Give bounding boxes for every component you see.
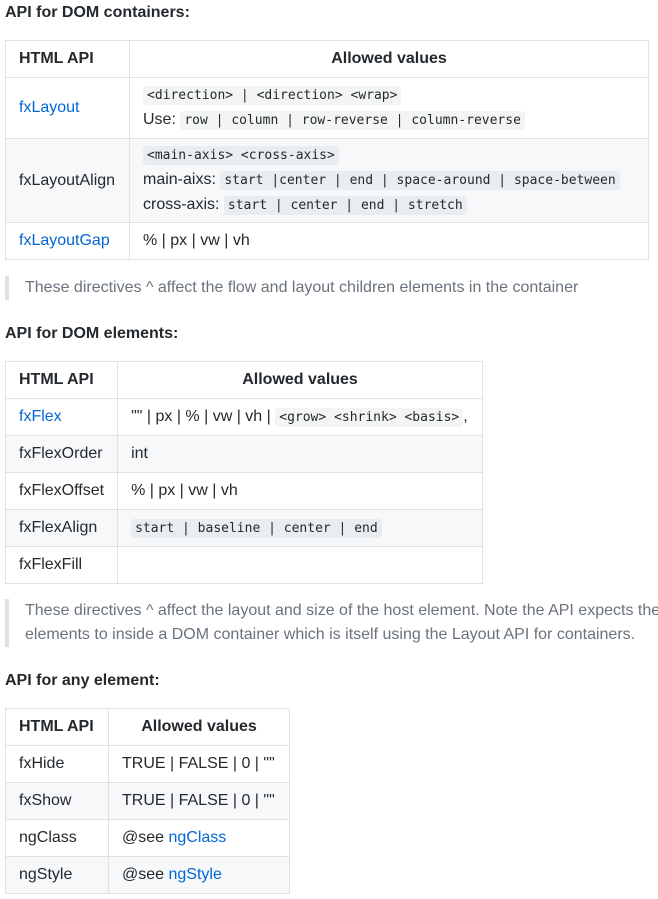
- code-snippet: <grow> <shrink> <basis>: [275, 407, 464, 427]
- table-row: fxLayout <direction> | <direction> <wrap…: [5, 77, 649, 139]
- any-element-table: HTML API Allowed values fxHide TRUE | FA…: [5, 708, 290, 894]
- table-header-row: HTML API Allowed values: [4, 361, 483, 399]
- api-cell: fxLayoutGap: [5, 222, 130, 260]
- note-line: These directives ^ affect the layout and…: [25, 602, 658, 619]
- column-header-values: Allowed values: [108, 708, 290, 746]
- note-text: These directives ^ affect the flow and l…: [25, 279, 579, 296]
- fxlayout-link[interactable]: fxLayout: [19, 99, 79, 116]
- values-cell: start | baseline | center | end: [117, 509, 483, 547]
- see-prefix: @see: [122, 866, 165, 883]
- section-title-containers: API for DOM containers:: [5, 4, 190, 21]
- table-row: fxHide TRUE | FALSE | 0 | "": [5, 745, 290, 783]
- api-cell: ngStyle: [5, 856, 109, 894]
- values-line: <main-axis> <cross-axis>: [143, 143, 635, 168]
- values-line: <direction> | <direction> <wrap>: [143, 83, 635, 108]
- table-row: fxFlexOrder int: [4, 435, 483, 473]
- ngclass-link[interactable]: ngClass: [169, 829, 227, 846]
- api-cell: fxFlexAlign: [4, 509, 119, 547]
- code-snippet: start | center | end | stretch: [223, 196, 467, 215]
- values-cell: "" | px | % | vw | vh | <grow> <shrink> …: [117, 398, 483, 436]
- elements-table: HTML API Allowed values fxFlex "" | px |…: [4, 361, 483, 584]
- code-snippet: <direction> | <direction> <wrap>: [143, 86, 402, 105]
- api-cell: fxLayoutAlign: [5, 138, 130, 223]
- values-suffix: ,: [463, 407, 468, 425]
- values-cell: <main-axis> <cross-axis> main-aixs: star…: [129, 138, 649, 223]
- values-text: "" | px | % | vw | vh |: [131, 407, 271, 425]
- column-header-values: Allowed values: [129, 40, 649, 78]
- note-line: elements to inside a DOM container which…: [25, 626, 636, 643]
- fxflex-link[interactable]: fxFlex: [19, 408, 62, 425]
- api-cell: fxFlexOffset: [4, 472, 119, 510]
- api-cell: fxHide: [5, 745, 109, 783]
- api-cell: fxFlexOrder: [4, 435, 119, 473]
- column-header-api: HTML API: [4, 361, 119, 399]
- containers-note: These directives ^ affect the flow and l…: [5, 276, 578, 300]
- use-label: Use:: [143, 111, 176, 128]
- section-title-any: API for any element:: [5, 672, 160, 689]
- values-cell: <direction> | <direction> <wrap> Use: ro…: [129, 77, 649, 139]
- table-row: fxShow TRUE | FALSE | 0 | "": [5, 782, 290, 820]
- containers-table: HTML API Allowed values fxLayout <direct…: [5, 40, 649, 260]
- api-cell: fxLayout: [5, 77, 130, 139]
- values-cell: % | px | vw | vh: [117, 472, 483, 510]
- ngstyle-link[interactable]: ngStyle: [169, 866, 222, 883]
- api-cell: fxShow: [5, 782, 109, 820]
- column-header-values: Allowed values: [117, 361, 483, 399]
- fxlayoutgap-link[interactable]: fxLayoutGap: [19, 232, 110, 249]
- values-cell: @see ngClass: [108, 819, 290, 857]
- main-axis-label: main-aixs:: [143, 171, 216, 188]
- column-header-api: HTML API: [5, 708, 109, 746]
- api-cell: ngClass: [5, 819, 109, 857]
- elements-note: These directives ^ affect the layout and…: [5, 599, 658, 647]
- table-row: ngStyle @see ngStyle: [5, 856, 290, 894]
- cross-axis-label: cross-axis:: [143, 196, 220, 213]
- table-row: fxFlexFill: [4, 546, 483, 584]
- values-line: "" | px | % | vw | vh | <grow> <shrink> …: [131, 407, 468, 427]
- code-snippet: start | baseline | center | end: [131, 519, 382, 538]
- code-snippet: row | column | row-reverse | column-reve…: [180, 111, 525, 130]
- api-cell: fxFlex: [4, 398, 119, 436]
- values-cell: % | px | vw | vh: [129, 222, 649, 260]
- see-prefix: @see: [122, 829, 165, 846]
- code-snippet: <main-axis> <cross-axis>: [143, 146, 339, 165]
- table-row: fxFlexOffset % | px | vw | vh: [4, 472, 483, 510]
- table-row: fxLayoutGap % | px | vw | vh: [5, 222, 649, 260]
- values-cell: @see ngStyle: [108, 856, 290, 894]
- table-row: fxFlex "" | px | % | vw | vh | <grow> <s…: [4, 398, 483, 436]
- values-line: cross-axis: start | center | end | stret…: [143, 193, 635, 218]
- values-line: main-aixs: start |center | end | space-a…: [143, 168, 635, 193]
- values-cell: TRUE | FALSE | 0 | "": [108, 782, 290, 820]
- values-cell: int: [117, 435, 483, 473]
- table-header-row: HTML API Allowed values: [5, 40, 649, 78]
- table-header-row: HTML API Allowed values: [5, 708, 290, 746]
- table-row: fxFlexAlign start | baseline | center | …: [4, 509, 483, 547]
- table-row: ngClass @see ngClass: [5, 819, 290, 857]
- column-header-api: HTML API: [5, 40, 130, 78]
- values-cell: TRUE | FALSE | 0 | "": [108, 745, 290, 783]
- section-title-elements: API for DOM elements:: [5, 325, 179, 342]
- values-line: Use: row | column | row-reverse | column…: [143, 108, 635, 133]
- api-cell: fxFlexFill: [4, 546, 119, 584]
- code-snippet: start |center | end | space-around | spa…: [220, 171, 620, 190]
- table-row: fxLayoutAlign <main-axis> <cross-axis> m…: [5, 138, 649, 223]
- values-cell: [117, 546, 483, 584]
